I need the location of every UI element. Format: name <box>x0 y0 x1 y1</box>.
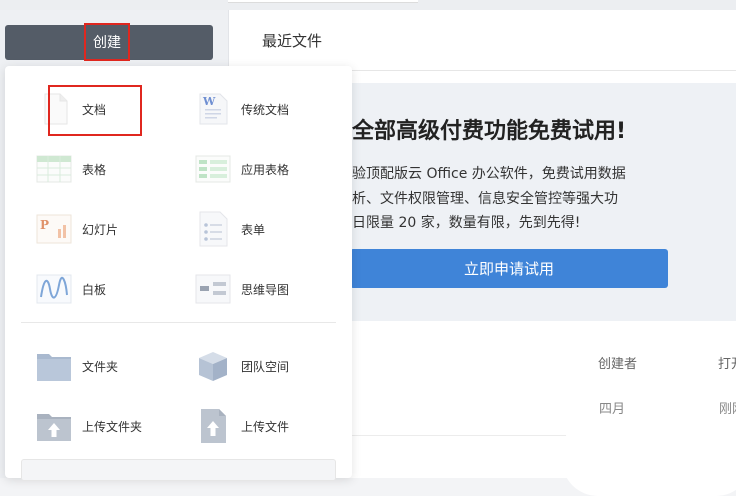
menu-divider <box>21 322 336 323</box>
sheet-icon <box>36 151 72 187</box>
menu-item-team-space[interactable]: 团队空间 <box>195 346 289 386</box>
svg-text:W: W <box>202 95 216 108</box>
create-button-label[interactable]: 创建 <box>84 23 130 61</box>
menu-item-folder[interactable]: 文件夹 <box>36 346 118 386</box>
menu-item-label: 传统文档 <box>241 102 290 117</box>
menu-item-label: 白板 <box>82 282 107 297</box>
column-header-opened[interactable]: 打开 <box>718 353 736 372</box>
team-space-icon <box>195 348 231 384</box>
slides-icon: P <box>36 211 72 247</box>
cell-creator: 四月 <box>599 402 626 417</box>
menu-item-label: 应用表格 <box>241 162 290 177</box>
menu-item-label: 表单 <box>241 222 266 237</box>
floating-panel <box>562 416 736 496</box>
menu-item-sheet[interactable]: 表格 <box>36 149 106 189</box>
upload-folder-icon <box>36 408 72 444</box>
promo-line-1: 验顶配版云 Office 办公软件，免费试用数据 <box>352 166 626 182</box>
menu-item-label: 文件夹 <box>82 359 119 374</box>
whiteboard-icon <box>36 271 72 307</box>
menu-item-label: 表格 <box>82 162 107 177</box>
menu-item-label: 文档 <box>82 102 107 117</box>
folder-icon <box>36 348 72 384</box>
top-bar <box>0 0 736 10</box>
menu-item-app-sheet[interactable]: 应用表格 <box>195 149 289 189</box>
menu-item-word-doc[interactable]: W 传统文档 <box>195 89 289 129</box>
menu-item-doc[interactable]: 文档 <box>36 89 106 129</box>
doc-icon <box>36 91 72 127</box>
menu-item-label: 幻灯片 <box>82 222 119 237</box>
menu-item-form[interactable]: 表单 <box>195 209 265 249</box>
apply-trial-button[interactable]: 立即申请试用 <box>350 249 668 288</box>
menu-item-upload-folder[interactable]: 上传文件夹 <box>36 406 142 446</box>
column-header-creator[interactable]: 创建者 <box>598 353 637 372</box>
mindmap-icon <box>195 271 231 307</box>
top-search-box[interactable] <box>228 0 418 3</box>
menu-item-label: 团队空间 <box>241 359 290 374</box>
menu-item-slides[interactable]: P 幻灯片 <box>36 209 118 249</box>
word-doc-icon: W <box>195 91 231 127</box>
menu-item-label: 上传文件夹 <box>82 419 143 434</box>
menu-item-upload-file[interactable]: 上传文件 <box>195 406 289 446</box>
upload-file-icon <box>195 408 231 444</box>
svg-text:P: P <box>40 218 49 232</box>
cell-opened: 刚刚 <box>719 402 736 417</box>
form-icon <box>195 211 231 247</box>
promo-line-2: 析、文件权限管理、信息安全管控等强大功 <box>352 191 618 207</box>
menu-item-mindmap[interactable]: 思维导图 <box>195 269 289 309</box>
menu-item-label: 思维导图 <box>241 282 290 297</box>
promo-line-3: 日限量 20 家，数量有限，先到先得! <box>352 215 581 231</box>
section-title-recent-files[interactable]: 最近文件 <box>262 30 322 51</box>
menu-item-label: 上传文件 <box>241 419 290 434</box>
app-sheet-icon <box>195 151 231 187</box>
promo-title: 全部高级付费功能免费试用! <box>352 119 627 144</box>
menu-item-whiteboard[interactable]: 白板 <box>36 269 106 309</box>
